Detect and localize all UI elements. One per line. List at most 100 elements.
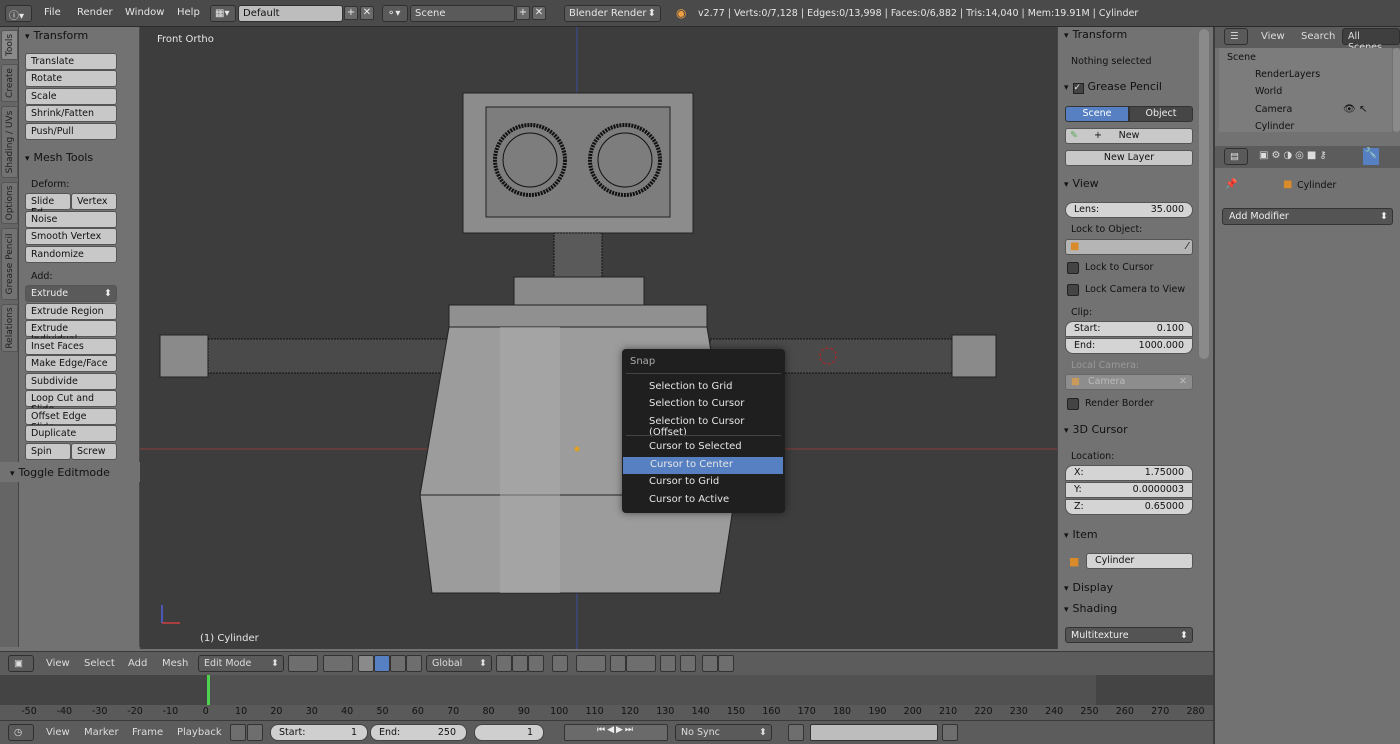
snap-cursor-to-center[interactable]: Cursor to Center [623, 457, 783, 474]
clip-start-field[interactable]: Start: 0.100 [1065, 321, 1193, 337]
vertex-slide-button[interactable]: Vertex [71, 193, 117, 210]
snap-element-icon[interactable] [626, 655, 656, 672]
offset-edge-slide-button[interactable]: Offset Edge Slide [25, 408, 117, 433]
view3d-select-menu[interactable]: Select [84, 658, 115, 669]
translate-button[interactable]: Translate [25, 53, 117, 70]
start-frame-field[interactable]: Start: 1 [270, 724, 368, 741]
randomize-button[interactable]: Randomize [25, 246, 117, 263]
menu-window[interactable]: Window [125, 7, 164, 18]
viewport-shading-icon[interactable] [288, 655, 318, 672]
mode-select[interactable]: Edit Mode ⬍ [198, 655, 284, 672]
screen-layout-field[interactable]: Default [238, 5, 343, 22]
lock-to-cursor-checkbox[interactable] [1067, 262, 1079, 274]
snap-selection-to-cursor[interactable]: Selection to Cursor [622, 396, 785, 413]
render-anim-icon[interactable] [718, 655, 734, 672]
noise-button[interactable]: Noise [25, 211, 117, 228]
cursor-z-field[interactable]: Z: 0.65000 [1065, 499, 1193, 515]
gp-scene-button[interactable]: Scene [1065, 106, 1129, 122]
current-frame-marker[interactable] [207, 675, 210, 705]
tab-relations[interactable]: Relations [1, 304, 18, 352]
3d-viewport[interactable]: Front Ortho (1) Cylinder [140, 27, 1057, 649]
timeline-editor-icon[interactable]: ◷ [8, 724, 34, 741]
lens-field[interactable]: Lens: 35.000 [1065, 202, 1193, 218]
add-layout-icon[interactable]: + [344, 6, 358, 20]
add-modifier-select[interactable]: Add Modifier ⬍ [1222, 208, 1393, 225]
vertex-select-icon[interactable] [496, 655, 512, 672]
tab-grease-pencil[interactable]: Grease Pencil [1, 228, 18, 300]
tab-shading-uvs[interactable]: Shading / UVs [1, 106, 18, 178]
current-frame-field[interactable]: 1 [474, 724, 544, 741]
outliner-row-cylinder[interactable]: Cylinder [1255, 121, 1294, 132]
screen-layout-icon[interactable]: ▦▾ [210, 5, 236, 22]
manipulator-icon[interactable] [358, 655, 374, 672]
3d-cursor-header[interactable]: 3D Cursor [1064, 423, 1128, 436]
smooth-vertex-button[interactable]: Smooth Vertex [25, 228, 117, 245]
screw-button[interactable]: Screw [71, 443, 117, 460]
close-scene-icon[interactable]: ✕ [532, 6, 546, 20]
add-scene-icon[interactable]: + [516, 6, 530, 20]
sync-select[interactable]: No Sync ⬍ [675, 724, 772, 741]
push-pull-button[interactable]: Push/Pull [25, 123, 117, 140]
grease-pencil-header[interactable]: ✓Grease Pencil [1064, 80, 1162, 94]
timeline-marker-menu[interactable]: Marker [84, 727, 119, 738]
npanel-scrollbar[interactable] [1199, 29, 1209, 359]
view3d-add-menu[interactable]: Add [128, 658, 147, 669]
properties-editor-icon[interactable]: ▤ [1224, 148, 1248, 165]
mesh-tools-panel-header[interactable]: Mesh Tools [25, 151, 94, 164]
snap-cursor-to-active[interactable]: Cursor to Active [622, 492, 785, 509]
snap-selection-to-grid[interactable]: Selection to Grid [622, 379, 785, 396]
modifiers-wrench-icon[interactable]: 🔧 [1363, 148, 1379, 165]
cursor-x-field[interactable]: X: 1.75000 [1065, 465, 1193, 481]
shrink-fatten-button[interactable]: Shrink/Fatten [25, 105, 117, 122]
insert-keyframe-icon[interactable] [942, 724, 958, 741]
snap-cursor-to-selected[interactable]: Cursor to Selected [622, 439, 785, 456]
display-panel-header[interactable]: Display [1064, 581, 1114, 594]
proportional-edit-icon[interactable] [576, 655, 606, 672]
outliner-scrollbar[interactable] [1393, 48, 1400, 132]
slide-edge-button[interactable]: Slide Ed [25, 193, 71, 218]
edge-select-icon[interactable] [512, 655, 528, 672]
gp-object-button[interactable]: Object [1129, 106, 1193, 122]
scale-button[interactable]: Scale [25, 88, 117, 105]
extrude-region-button[interactable]: Extrude Region [25, 303, 117, 320]
editor-type-info-button[interactable]: ⓘ▾ [5, 5, 32, 22]
view3d-mesh-menu[interactable]: Mesh [162, 658, 188, 669]
inset-faces-button[interactable]: Inset Faces [25, 338, 117, 355]
snap-target-icon[interactable] [660, 655, 676, 672]
transform-panel-header[interactable]: Transform [25, 29, 89, 42]
item-name-field[interactable]: Cylinder [1086, 553, 1193, 569]
orientation-select[interactable]: Global ⬍ [426, 655, 492, 672]
item-panel-header[interactable]: Item [1064, 528, 1098, 541]
outliner-view-menu[interactable]: View [1261, 31, 1285, 42]
context-tabs-icon[interactable]: ▣⚙◑◎■⚷ [1259, 150, 1330, 161]
occlude-geometry-icon[interactable] [552, 655, 568, 672]
eye-icon[interactable]: 👁 [1343, 104, 1356, 115]
outliner-row-camera[interactable]: Camera [1255, 104, 1292, 115]
menu-file[interactable]: File [44, 7, 61, 18]
extrude-individual-button[interactable]: Extrude Individual [25, 320, 117, 345]
cursor-icon[interactable]: ↖ [1359, 104, 1367, 115]
snap-cursor-to-grid[interactable]: Cursor to Grid [622, 474, 785, 491]
view3d-view-menu[interactable]: View [46, 658, 70, 669]
outliner-row-scene[interactable]: Scene [1227, 52, 1256, 63]
outliner-row-renderlayers[interactable]: RenderLayers [1255, 69, 1320, 80]
render-border-checkbox[interactable] [1067, 398, 1079, 410]
lock-camera-checkbox[interactable] [1067, 284, 1079, 296]
shading-panel-header[interactable]: Shading [1064, 602, 1118, 615]
outliner-filter-select[interactable]: All Scenes [1342, 28, 1400, 53]
view-panel-header[interactable]: View [1064, 177, 1099, 190]
menu-render[interactable]: Render [77, 7, 113, 18]
close-layout-icon[interactable]: ✕ [360, 6, 374, 20]
keying-set-field[interactable] [810, 724, 938, 741]
timeline-playback-menu[interactable]: Playback [177, 727, 222, 738]
view3d-editor-icon[interactable]: ▣ [8, 655, 34, 672]
timeline-area[interactable] [0, 675, 1213, 705]
scale-manipulator-icon[interactable] [406, 655, 422, 672]
use-preview-range-icon[interactable] [230, 724, 246, 741]
tab-options[interactable]: Options [1, 182, 18, 224]
translate-manipulator-icon[interactable] [374, 655, 390, 672]
make-edge-face-button[interactable]: Make Edge/Face [25, 355, 117, 372]
scene-field[interactable]: Scene [410, 5, 515, 22]
layers-icon[interactable] [680, 655, 696, 672]
grease-pencil-check-icon[interactable]: ✓ [1072, 83, 1084, 94]
